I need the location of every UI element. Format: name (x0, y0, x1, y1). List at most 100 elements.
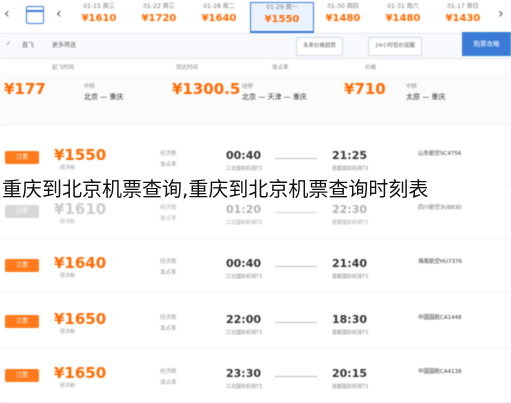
filter-bar: ✓ 直飞 更多筛选 未来价格趋势 24小时低价提醒 (0, 34, 511, 59)
ontime-rate: 准点率 (160, 326, 177, 332)
date-tab[interactable]: 01-28 周二 ¥1640 (188, 2, 250, 31)
transfer-cities: 北京 — 天津 — 重庆 (242, 93, 307, 101)
direct-filter[interactable]: 直飞 (22, 40, 34, 49)
transfer-note: 中转 (406, 84, 418, 90)
date-tab-selected[interactable]: 01-29 周一 ¥1550 (250, 2, 314, 33)
depart-time: 21:25 (332, 149, 368, 162)
arrive-airport: 江北国际机场T3 (226, 330, 263, 336)
ontime-rate: 准点率 (160, 270, 177, 276)
date-price: ¥1430 (445, 13, 481, 24)
date-tab[interactable]: 01-15 周三 ¥1610 (68, 2, 130, 31)
route-line (275, 322, 317, 323)
date-label: 01-28 周二 (203, 3, 235, 10)
date-label: 01-15 周三 (83, 3, 115, 10)
cabin-class: 经济舱 (160, 151, 177, 157)
depart-time: 22:30 (332, 203, 368, 216)
depart-airport: 首都国际机场T3 (332, 330, 369, 336)
next-arrow-icon[interactable]: › (498, 6, 504, 22)
price-note: 经济舱 (60, 165, 76, 171)
sort-row: 起飞时间 到达时间 准点率 价格 (0, 60, 511, 74)
date-label: 01-29 周一 (266, 4, 298, 11)
transfer-strip: ¥177 北京 — 重庆 中转 ¥1300.5 北京 — 天津 — 重庆 经停 … (0, 74, 511, 125)
more-filter[interactable]: 更多筛选 (52, 40, 76, 49)
route-line (275, 212, 317, 213)
transfer-card[interactable]: ¥710 太原 — 重庆 中转 (344, 80, 509, 118)
cabin-class: 经济舱 (160, 315, 177, 321)
airline-flight-no: 海南航空HU7376 (418, 259, 463, 265)
collapse-icon[interactable]: ✓ (6, 40, 11, 47)
page-caption: 重庆到北京机票查询,重庆到北京机票查询时刻表 (2, 175, 507, 203)
transfer-note: 中转 (84, 84, 96, 90)
transfer-cities: 太原 — 重庆 (406, 93, 446, 101)
book-button[interactable]: 订票 (5, 259, 39, 272)
ticket-guide-tab[interactable]: 购票攻略 (462, 32, 511, 56)
airline-flight-no: 山东航空SC4756 (418, 151, 462, 157)
sort-price[interactable]: 价格 (365, 63, 376, 71)
route-line (275, 158, 317, 159)
date-tab[interactable]: 01-17 周日 ¥1430 (432, 2, 494, 31)
book-button[interactable]: 订票 (5, 151, 39, 164)
route-line (275, 376, 317, 377)
depart-airport: 首都国际机场T3 (332, 220, 369, 226)
book-button[interactable]: 订票 (5, 205, 39, 218)
transfer-note: 经停 (242, 84, 254, 90)
date-price: ¥1480 (325, 13, 361, 24)
arrive-airport: 江北国际机场T3 (226, 384, 263, 390)
date-strip: ‹ ‹ 01-15 周三 ¥1610 01-22 周三 ¥1720 01-28 … (0, 0, 511, 34)
sort-arrive-time[interactable]: 到达时间 (176, 63, 198, 71)
depart-airport: 首都国际机场T3 (332, 384, 369, 390)
date-label: 01-17 周日 (447, 3, 479, 10)
price-trend-tab[interactable]: 未来价格趋势 (296, 37, 344, 56)
arrive-airport: 江北国际机场T3 (226, 220, 263, 226)
flight-price: ¥1640 (54, 254, 107, 272)
sort-depart-time[interactable]: 起飞时间 (52, 63, 74, 71)
arrive-airport: 江北国际机场T3 (226, 274, 263, 280)
depart-airport: 首都国际机场T3 (332, 166, 369, 172)
cabin-class: 经济舱 (160, 205, 177, 211)
ontime-rate: 准点率 (160, 216, 177, 222)
depart-time: 21:40 (332, 257, 368, 270)
flight-row[interactable]: 订票 ¥1640 经济舱 经济舱 准点率 00:40 江北国际机场T3 21:4… (0, 240, 511, 293)
calendar-icon[interactable] (26, 6, 44, 24)
arrive-time: 01:20 (226, 203, 262, 216)
transfer-card[interactable]: ¥1300.5 北京 — 天津 — 重庆 经停 (172, 80, 332, 118)
date-label: 01-31 周六 (387, 3, 419, 10)
price-note: 经济舱 (60, 273, 76, 279)
route-line (275, 266, 317, 267)
book-button[interactable]: 订票 (5, 369, 39, 382)
price-note: 经济舱 (60, 329, 76, 335)
flight-price: ¥1650 (54, 310, 107, 328)
low-price-alert-tab[interactable]: 24小时低价提醒 (368, 37, 422, 56)
ontime-rate: 准点率 (160, 162, 177, 168)
chevron-left-icon[interactable]: ‹ (56, 6, 62, 22)
depart-airport: 首都国际机场T3 (332, 274, 369, 280)
arrive-time: 00:40 (226, 257, 262, 270)
price-note: 经济舱 (60, 383, 76, 389)
date-tab[interactable]: 01-30 周四 ¥1480 (312, 2, 374, 31)
transfer-cities: 北京 — 重庆 (84, 93, 124, 101)
depart-time: 20:15 (332, 367, 368, 380)
prev-arrow-icon[interactable]: ‹ (4, 6, 10, 22)
cabin-class: 经济舱 (160, 369, 177, 375)
airline-flight-no: 四川航空3U8830 (418, 205, 462, 211)
transfer-card[interactable]: ¥177 北京 — 重庆 中转 (4, 80, 154, 118)
sort-ontime[interactable]: 准点率 (272, 63, 289, 71)
cabin-class: 经济舱 (160, 259, 177, 265)
date-tab[interactable]: 01-22 周三 ¥1720 (128, 2, 190, 31)
arrive-airport: 江北国际机场T3 (226, 166, 263, 172)
date-tab[interactable]: 01-31 周六 ¥1480 (372, 2, 434, 31)
airline-flight-no: 中国国航CA1448 (418, 315, 462, 321)
arrive-time: 22:00 (226, 313, 262, 326)
ontime-rate: 准点率 (160, 380, 177, 386)
arrive-time: 00:40 (226, 149, 262, 162)
book-button[interactable]: 订票 (5, 315, 39, 328)
airline-flight-no: 中国国航CA4138 (418, 369, 462, 375)
date-price: ¥1610 (81, 13, 117, 24)
date-label: 01-22 周三 (143, 3, 175, 10)
price-note: 经济舱 (60, 219, 76, 225)
date-price: ¥1550 (264, 14, 300, 25)
flight-row[interactable]: 订票 ¥1650 经济舱 经济舱 准点率 23:30 江北国际机场T3 20:1… (0, 350, 511, 403)
flight-row[interactable]: 订票 ¥1650 经济舱 经济舱 准点率 22:00 江北国际机场T3 18:3… (0, 296, 511, 349)
flight-price: ¥1550 (54, 146, 107, 164)
date-price: ¥1640 (201, 13, 237, 24)
